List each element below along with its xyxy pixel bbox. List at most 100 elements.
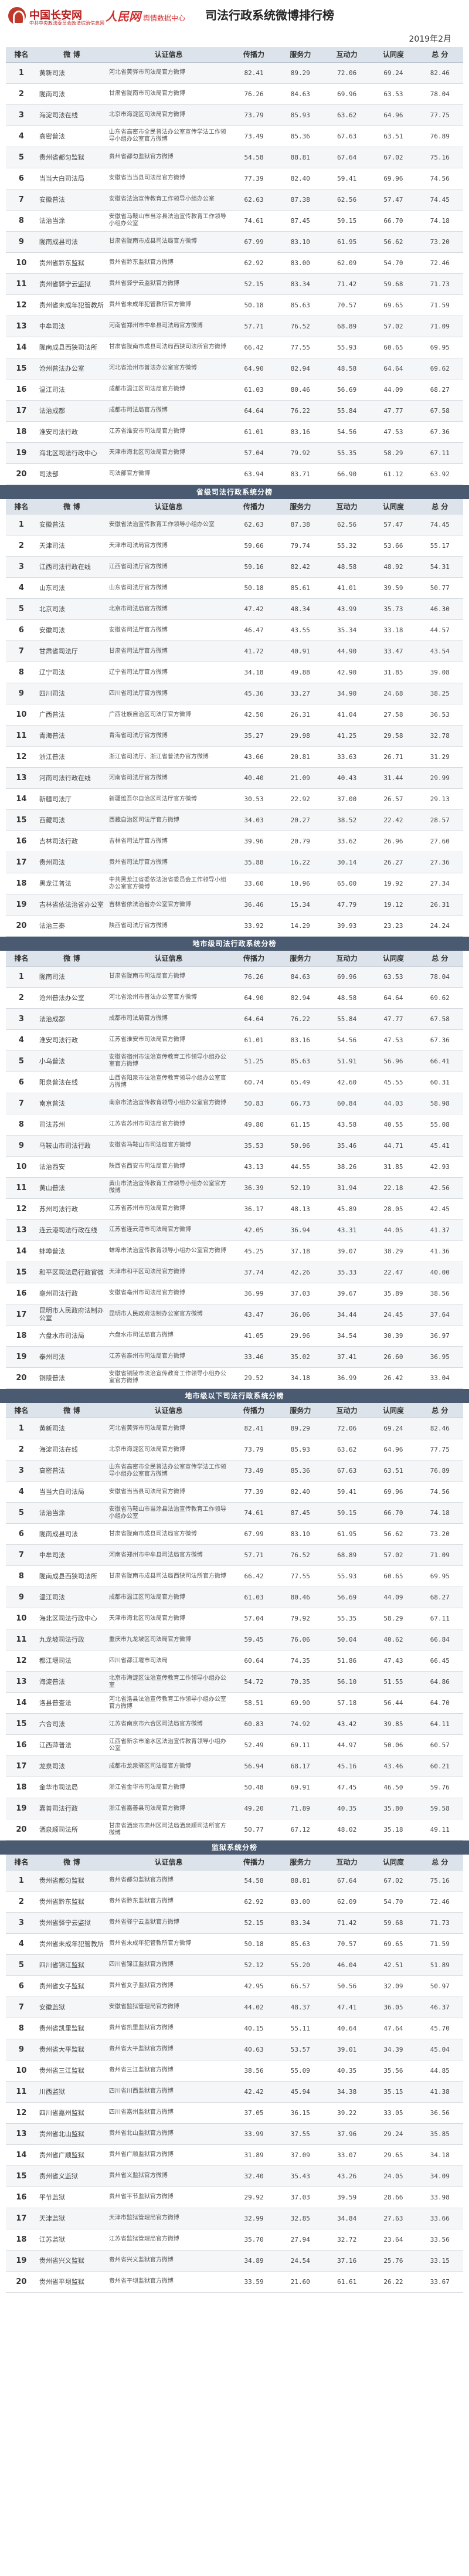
weibo-name-cell: 沧州普法办公室 [36, 987, 107, 1009]
table-row: 18 六盘水市司法局 六盘水市司法局官方微博 41.05 29.96 34.54 30.39… [6, 1325, 463, 1347]
spread-cell: 60.83 [230, 1713, 277, 1735]
rank-cell: 5 [6, 1050, 37, 1072]
weibo-name-cell: 当当大白司法局 [36, 168, 107, 189]
approval-cell: 47.64 [370, 2018, 417, 2039]
rank-cell: 20 [6, 2271, 37, 2293]
rank-cell: 1 [6, 62, 37, 84]
service-cell: 37.03 [277, 1283, 324, 1304]
column-header: 互动力 [323, 1402, 371, 1418]
spread-cell: 33.92 [230, 915, 277, 937]
rank-cell: 15 [6, 809, 37, 831]
section-title: 监狱系统分榜 [0, 1841, 469, 1855]
approval-cell: 66.70 [370, 1502, 417, 1524]
total-cell: 59.76 [416, 1777, 463, 1798]
weibo-name-cell: 法治三秦 [36, 915, 107, 937]
rank-cell: 16 [6, 831, 37, 852]
cert-cell: 重庆市九龙坡区司法局官方微博 [106, 1629, 231, 1650]
total-cell: 39.08 [416, 662, 463, 683]
column-header: 传播力 [230, 47, 277, 63]
rank-cell: 10 [6, 1608, 37, 1629]
weibo-name-cell: 法治成都 [36, 1008, 107, 1030]
service-cell: 36.06 [277, 1304, 324, 1326]
total-cell: 74.45 [416, 514, 463, 535]
rank-cell: 3 [6, 1912, 37, 1934]
approval-cell: 40.62 [370, 1629, 417, 1650]
approval-cell: 51.55 [370, 1671, 417, 1693]
total-cell: 44.57 [416, 619, 463, 641]
rank-cell: 4 [6, 1029, 37, 1051]
service-cell: 37.09 [277, 2144, 324, 2166]
cert-cell: 陕西省西安市司法局官方微博 [106, 1156, 231, 1178]
service-cell: 36.15 [277, 2102, 324, 2124]
weibo-name-cell: 陇南成县司法 [36, 1523, 107, 1545]
spread-cell: 57.04 [230, 1608, 277, 1629]
weibo-name-cell: 苏州司法行政 [36, 1198, 107, 1220]
rank-cell: 20 [6, 1819, 37, 1841]
weibo-name-cell: 九龙坡司法行政 [36, 1629, 107, 1650]
spread-cell: 40.63 [230, 2039, 277, 2060]
table-row: 1 黄新司法 河北省黄骅市司法局官方微博 82.41 89.29 72.06 69.24 82… [6, 62, 463, 84]
total-cell: 31.29 [416, 746, 463, 768]
approval-cell: 60.65 [370, 1565, 417, 1587]
cert-cell: 安徽省法治宣传教育工作领导小组办公室 [106, 189, 231, 211]
interact-cell: 48.02 [323, 1819, 371, 1841]
rank-cell: 11 [6, 1629, 37, 1650]
service-cell: 48.34 [277, 598, 324, 620]
interact-cell: 32.72 [323, 2229, 371, 2250]
rank-cell: 11 [6, 273, 37, 295]
approval-cell: 50.06 [370, 1734, 417, 1756]
spread-cell: 82.41 [230, 1418, 277, 1439]
cert-cell: 山东省高密市全民普法办公室宣传学法工作领导小组办公室官方微博 [106, 126, 231, 147]
column-header: 互动力 [323, 951, 371, 967]
spread-cell: 35.53 [230, 1135, 277, 1157]
cert-cell: 安徽省监狱管理局官方微博 [106, 1997, 231, 2018]
weibo-name-cell: 海淀普法 [36, 1671, 107, 1693]
interact-cell: 68.89 [323, 316, 371, 337]
spread-cell: 37.74 [230, 1262, 277, 1283]
rank-cell: 19 [6, 894, 37, 916]
total-cell: 64.11 [416, 1713, 463, 1735]
cert-cell: 甘肃省陇南市成县司法局西狭司法所官方微博 [106, 1565, 231, 1587]
total-cell: 38.25 [416, 683, 463, 704]
interact-cell: 55.93 [323, 1565, 371, 1587]
approval-cell: 23.23 [370, 915, 417, 937]
interact-cell: 40.35 [323, 1798, 371, 1819]
service-cell: 74.35 [277, 1650, 324, 1672]
weibo-name-cell: 黄新司法 [36, 1418, 107, 1439]
interact-cell: 40.35 [323, 2060, 371, 2082]
total-cell: 27.36 [416, 852, 463, 873]
approval-cell: 32.09 [370, 1975, 417, 1997]
total-cell: 82.46 [416, 1418, 463, 1439]
spread-cell: 61.01 [230, 421, 277, 443]
rank-cell: 16 [6, 1283, 37, 1304]
spread-cell: 43.47 [230, 1304, 277, 1326]
cert-cell: 成都市温江区司法局官方微博 [106, 379, 231, 401]
service-cell: 34.18 [277, 1367, 324, 1389]
weibo-name-cell: 司法部 [36, 463, 107, 485]
table-row: 15 六合司法 江苏省南京市六合区司法局官方微博 60.83 74.92 43.42 39.… [6, 1713, 463, 1735]
spread-cell: 64.90 [230, 358, 277, 379]
spread-cell: 82.41 [230, 62, 277, 84]
approval-cell: 26.71 [370, 746, 417, 768]
interact-cell: 43.58 [323, 1114, 371, 1136]
table-row: 8 司法苏州 江苏省苏州市司法局官方微博 49.80 61.15 43.58 40.55 55… [6, 1114, 463, 1136]
rank-cell: 20 [6, 463, 37, 485]
table-row: 1 陇南司法 甘肃省陇南市司法局官方微博 76.26 84.63 69.96 63.53 78… [6, 966, 463, 988]
approval-cell: 61.12 [370, 463, 417, 485]
weibo-name-cell: 陇南成县西狭司法所 [36, 337, 107, 358]
interact-cell: 42.90 [323, 662, 371, 683]
interact-cell: 70.57 [323, 294, 371, 316]
table-row: 13 中牟司法 河南省郑州市中牟县司法局官方微博 57.71 76.52 68.89 57.… [6, 316, 463, 337]
rank-cell: 4 [6, 577, 37, 599]
total-cell: 64.70 [416, 1692, 463, 1714]
weibo-name-cell: 贵州省黔东监狱 [36, 1891, 107, 1913]
service-cell: 84.63 [277, 83, 324, 105]
table-row: 12 贵州省未成年犯管教所 贵州省未成年犯管教所官方微博 50.18 85.63 70.5… [6, 294, 463, 316]
table-row: 20 司法部 司法部官方微博 63.94 83.71 66.90 61.12 63.92 [6, 463, 463, 485]
approval-cell: 63.51 [370, 1460, 417, 1482]
rank-cell: 6 [6, 619, 37, 641]
spread-cell: 40.15 [230, 2018, 277, 2039]
cert-cell: 辽宁省司法厅官方微博 [106, 662, 231, 683]
cert-cell: 甘肃省陇南市司法局官方微博 [106, 966, 231, 988]
total-cell: 77.75 [416, 1439, 463, 1460]
